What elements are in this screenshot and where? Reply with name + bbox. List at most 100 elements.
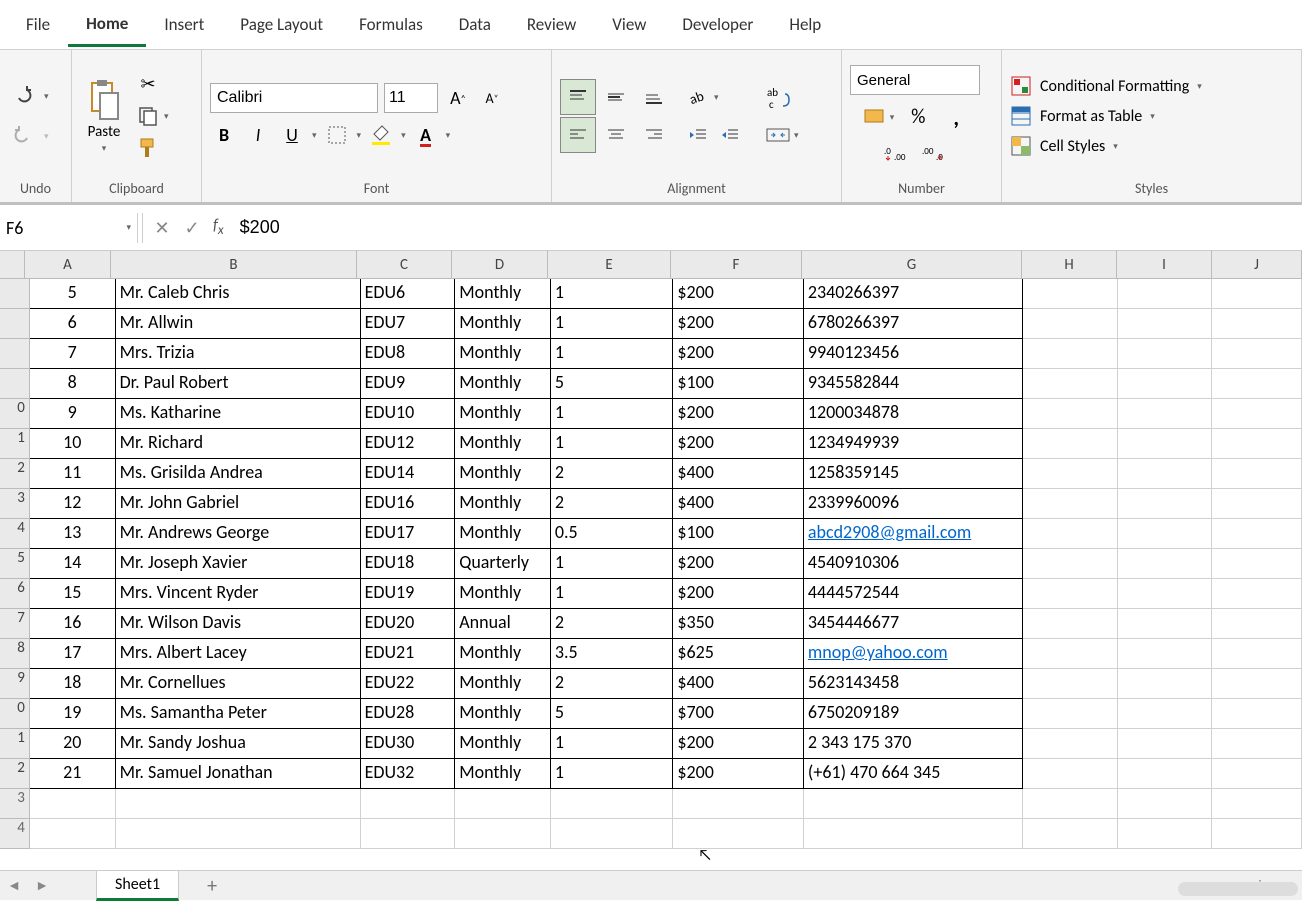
cell[interactable]: 2: [551, 609, 674, 639]
cell[interactable]: Monthly: [455, 729, 551, 759]
fill-color-button[interactable]: [367, 121, 395, 149]
cell[interactable]: [1118, 699, 1213, 729]
cell[interactable]: 13: [30, 519, 116, 549]
cell[interactable]: 17: [30, 639, 116, 669]
cancel-formula-button[interactable]: ✕: [147, 217, 177, 239]
cell[interactable]: 2340266397: [804, 279, 1023, 309]
cell[interactable]: Monthly: [455, 399, 551, 429]
decrease-font-button[interactable]: A˅: [478, 84, 506, 112]
cell[interactable]: [455, 819, 551, 849]
cell[interactable]: [1118, 459, 1213, 489]
row-header[interactable]: 8: [0, 639, 30, 669]
table-row[interactable]: 110Mr. RichardEDU12Monthly1$200123494993…: [0, 429, 1302, 459]
add-sheet-button[interactable]: +: [207, 874, 217, 898]
cell[interactable]: $200: [673, 759, 804, 789]
cell[interactable]: $350: [673, 609, 804, 639]
cell[interactable]: [1118, 549, 1213, 579]
table-row[interactable]: 716Mr. Wilson DavisEDU20Annual2$35034544…: [0, 609, 1302, 639]
cell[interactable]: [1212, 789, 1302, 819]
cell[interactable]: Monthly: [455, 639, 551, 669]
cell[interactable]: [1023, 369, 1118, 399]
row-header[interactable]: 9: [0, 669, 30, 699]
cell[interactable]: 7: [30, 339, 116, 369]
cell[interactable]: $200: [673, 579, 804, 609]
cell[interactable]: [1023, 609, 1118, 639]
sheet-nav-next[interactable]: ►: [28, 877, 56, 894]
cell[interactable]: [116, 789, 361, 819]
table-row[interactable]: 918Mr. CornelluesEDU22Monthly2$400562314…: [0, 669, 1302, 699]
cell[interactable]: [1118, 489, 1213, 519]
cell[interactable]: Ms. Katharine: [116, 399, 361, 429]
column-header[interactable]: D: [452, 251, 548, 279]
column-header[interactable]: A: [25, 251, 111, 279]
cell[interactable]: 1: [551, 759, 674, 789]
table-row[interactable]: 211Ms. Grisilda AndreaEDU14Monthly2$4001…: [0, 459, 1302, 489]
borders-button[interactable]: [323, 121, 351, 149]
row-header[interactable]: 6: [0, 579, 30, 609]
cell[interactable]: 1200034878: [804, 399, 1023, 429]
cell[interactable]: Dr. Paul Robert: [116, 369, 361, 399]
align-center-button[interactable]: [598, 117, 634, 153]
fx-icon[interactable]: fx: [207, 216, 230, 238]
cell[interactable]: 8: [30, 369, 116, 399]
cell[interactable]: Monthly: [455, 369, 551, 399]
cell[interactable]: Mrs. Vincent Ryder: [116, 579, 361, 609]
row-header[interactable]: 0: [0, 699, 30, 729]
cell[interactable]: 19: [30, 699, 116, 729]
cell[interactable]: 9345582844: [804, 369, 1023, 399]
cell[interactable]: (+61) 470 664 345: [804, 759, 1023, 789]
cell[interactable]: 3454446677: [804, 609, 1023, 639]
column-header[interactable]: C: [357, 251, 452, 279]
cell[interactable]: EDU9: [361, 369, 456, 399]
cell[interactable]: [1212, 609, 1302, 639]
cell[interactable]: EDU12: [361, 429, 456, 459]
row-header[interactable]: 2: [0, 459, 30, 489]
table-row[interactable]: 5Mr. Caleb ChrisEDU6Monthly1$20023402663…: [0, 279, 1302, 309]
cell[interactable]: [1118, 579, 1213, 609]
cell[interactable]: EDU20: [361, 609, 456, 639]
cut-button[interactable]: ✂: [134, 70, 162, 98]
row-header[interactable]: 1: [0, 729, 30, 759]
cell[interactable]: 0.5: [551, 519, 674, 549]
cell[interactable]: $700: [673, 699, 804, 729]
table-row[interactable]: 817Mrs. Albert LaceyEDU21Monthly3.5$625m…: [0, 639, 1302, 669]
cell[interactable]: [1118, 789, 1213, 819]
column-header[interactable]: J: [1212, 251, 1302, 279]
cell[interactable]: [1118, 429, 1213, 459]
cell[interactable]: 1: [551, 309, 674, 339]
cell[interactable]: Monthly: [455, 279, 551, 309]
cell[interactable]: Mr. Andrews George: [116, 519, 361, 549]
align-bottom-button[interactable]: [636, 79, 672, 115]
row-header[interactable]: 0: [0, 399, 30, 429]
cell[interactable]: EDU19: [361, 579, 456, 609]
cell[interactable]: [673, 819, 804, 849]
font-size-select[interactable]: [384, 83, 438, 113]
tab-insert[interactable]: Insert: [146, 4, 222, 45]
cell[interactable]: Ms. Grisilda Andrea: [116, 459, 361, 489]
tab-data[interactable]: Data: [441, 4, 509, 45]
cell[interactable]: [804, 789, 1023, 819]
cell[interactable]: 5623143458: [804, 669, 1023, 699]
cell[interactable]: [1118, 759, 1213, 789]
cell[interactable]: $200: [673, 729, 804, 759]
cell[interactable]: [1118, 669, 1213, 699]
cell[interactable]: [1023, 429, 1118, 459]
cell[interactable]: EDU8: [361, 339, 456, 369]
cell[interactable]: [1212, 309, 1302, 339]
chevron-down-icon[interactable]: ▾: [102, 143, 107, 154]
cell[interactable]: [1212, 819, 1302, 849]
cell[interactable]: Monthly: [455, 669, 551, 699]
cell[interactable]: $625: [673, 639, 804, 669]
redo-button[interactable]: [8, 119, 42, 153]
cell[interactable]: [1118, 339, 1213, 369]
cell[interactable]: 16: [30, 609, 116, 639]
cell[interactable]: [361, 789, 456, 819]
align-left-button[interactable]: [560, 117, 596, 153]
cell[interactable]: Mr. Cornellues: [116, 669, 361, 699]
merge-center-button[interactable]: [764, 121, 792, 149]
cell[interactable]: 6: [30, 309, 116, 339]
cell[interactable]: [1212, 549, 1302, 579]
cell[interactable]: Mr. Richard: [116, 429, 361, 459]
tab-file[interactable]: File: [8, 4, 68, 45]
table-row[interactable]: 312Mr. John GabrielEDU16Monthly2$4002339…: [0, 489, 1302, 519]
